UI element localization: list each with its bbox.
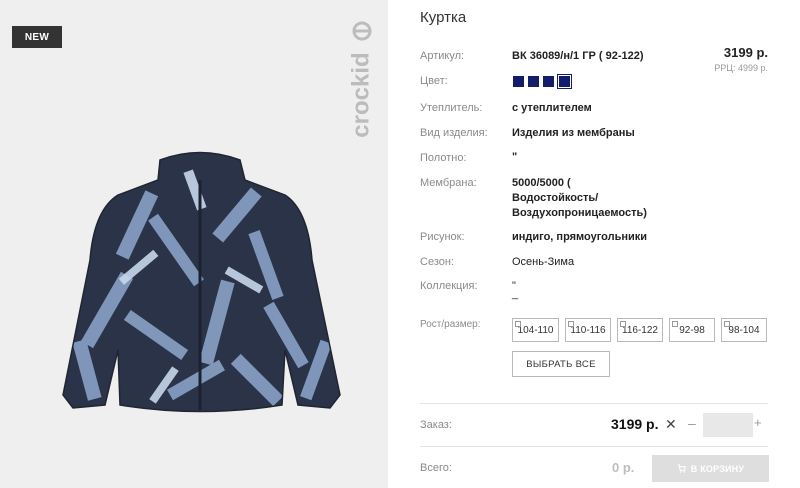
size-option[interactable]: 116-122 bbox=[617, 318, 663, 342]
svg-text:crockid: crockid bbox=[347, 52, 374, 137]
select-all-button[interactable]: ВЫБРАТЬ ВСЕ bbox=[512, 351, 610, 377]
cart-icon bbox=[677, 464, 686, 473]
divider bbox=[420, 446, 768, 447]
add-to-cart-button[interactable]: В КОРЗИНУ bbox=[652, 455, 769, 482]
size-option[interactable]: 110-116 bbox=[565, 318, 611, 342]
size-checkbox[interactable] bbox=[672, 321, 678, 327]
color-swatch[interactable] bbox=[543, 76, 554, 87]
size-option-label: 104-110 bbox=[517, 324, 554, 336]
size-option[interactable]: 104-110 bbox=[512, 318, 559, 342]
size-checkbox[interactable] bbox=[724, 321, 730, 327]
sizes-label: Рост/размер: bbox=[420, 319, 481, 330]
size-option-label: 116-122 bbox=[622, 324, 658, 336]
color-label: Цвет: bbox=[420, 75, 448, 87]
article-value: ВК 36089/н/1 ГР ( 92-122) bbox=[512, 50, 644, 62]
product-photo[interactable]: NEW crockid bbox=[0, 0, 388, 488]
order-price: 3199 р. bbox=[611, 416, 659, 432]
membrane-value-line-1: 5000/5000 ( bbox=[512, 177, 571, 189]
product-type-label: Вид изделия: bbox=[420, 127, 488, 139]
fabric-label: Полотно: bbox=[420, 152, 467, 164]
season-value: Осень-Зима bbox=[512, 256, 575, 268]
product-title: Куртка bbox=[420, 9, 467, 26]
rrp-price: РРЦ: 4999 р. bbox=[714, 63, 768, 73]
size-option-label: 110-116 bbox=[570, 324, 606, 336]
quantity-input[interactable] bbox=[703, 413, 753, 437]
season-label: Сезон: bbox=[420, 256, 454, 268]
increase-quantity-button[interactable]: + bbox=[754, 415, 762, 430]
size-checkbox[interactable] bbox=[568, 321, 574, 327]
collection-value-line-2: _ bbox=[512, 288, 519, 300]
jacket-image bbox=[62, 151, 341, 413]
membrane-value-line-2: Водостойкость/ bbox=[512, 192, 599, 204]
insulation-label: Утеплитель: bbox=[420, 102, 483, 114]
size-option[interactable]: 98-104 bbox=[721, 318, 767, 342]
new-badge: NEW bbox=[12, 26, 62, 48]
fabric-value: " bbox=[512, 151, 518, 163]
product-type-value: Изделия из мембраны bbox=[512, 127, 635, 139]
decrease-quantity-button[interactable]: – bbox=[688, 415, 696, 431]
brand-logo: crockid bbox=[347, 21, 374, 138]
size-checkbox[interactable] bbox=[515, 321, 521, 327]
article-label: Артикул: bbox=[420, 50, 465, 62]
size-option[interactable]: 92-98 bbox=[669, 318, 715, 342]
pattern-label: Рисунок: bbox=[420, 231, 465, 243]
size-checkbox[interactable] bbox=[620, 321, 626, 327]
membrane-value-line-3: Воздухопроницаемость) bbox=[512, 207, 647, 219]
color-swatch[interactable] bbox=[528, 76, 539, 87]
total-label: Всего: bbox=[420, 462, 452, 474]
price: 3199 р. bbox=[723, 45, 768, 60]
add-to-cart-label: В КОРЗИНУ bbox=[690, 463, 745, 474]
size-option-label: 98-104 bbox=[728, 324, 760, 336]
membrane-label: Мембрана: bbox=[420, 177, 477, 189]
color-swatch-selected[interactable] bbox=[557, 74, 572, 89]
divider bbox=[420, 403, 768, 404]
size-option-label: 92-98 bbox=[679, 324, 705, 336]
insulation-value: с утеплителем bbox=[512, 102, 592, 114]
pattern-value: индиго, прямоугольники bbox=[512, 231, 648, 243]
order-label: Заказ: bbox=[420, 419, 452, 431]
color-swatch[interactable] bbox=[513, 76, 524, 87]
total-value: 0 р. bbox=[612, 460, 635, 475]
collection-label: Коллекция: bbox=[420, 280, 478, 292]
remove-icon[interactable]: ✕ bbox=[665, 416, 677, 433]
